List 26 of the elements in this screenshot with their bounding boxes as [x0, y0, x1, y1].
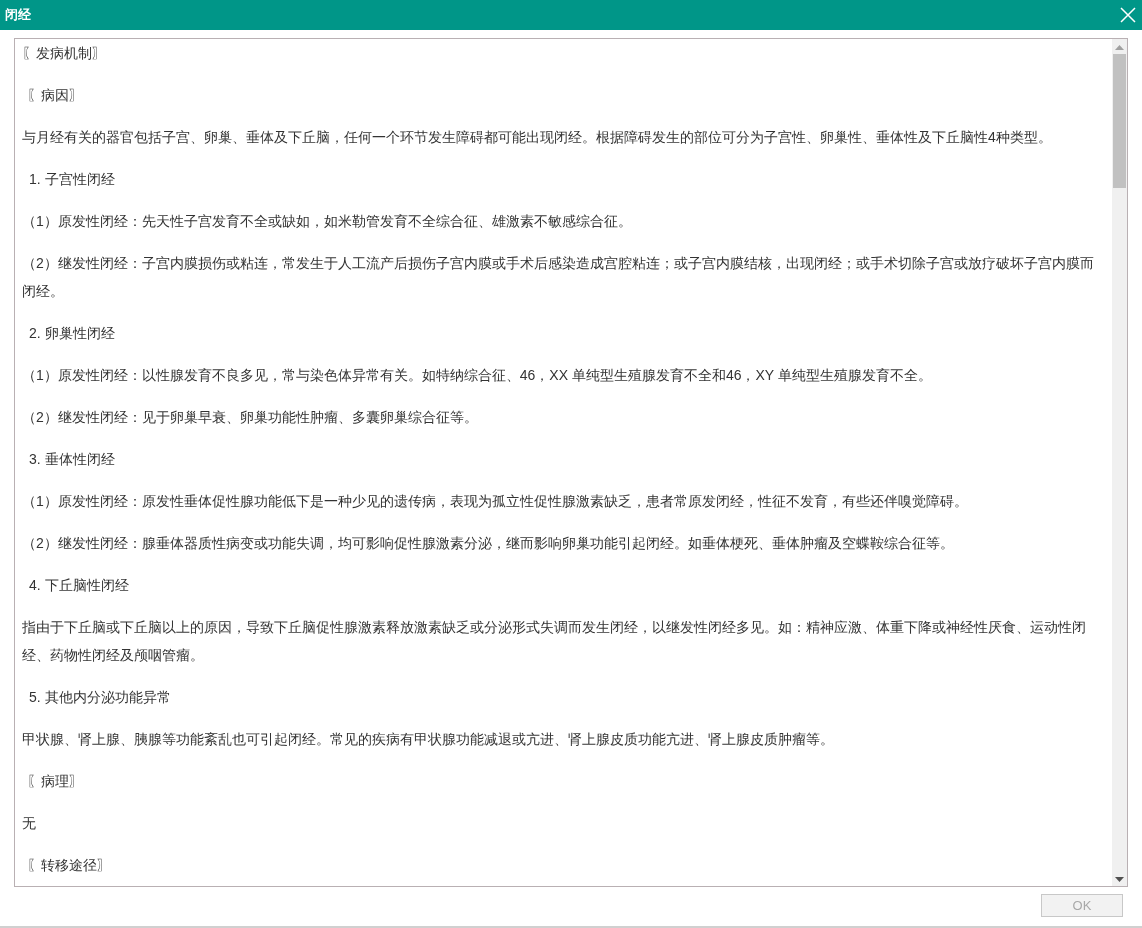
close-icon	[1120, 7, 1136, 23]
numbered-heading: 2. 卵巢性闭经	[28, 324, 116, 343]
paragraph: （2）继发性闭经：腺垂体器质性病变或功能失调，均可影响促性腺激素分泌，继而影响卵巢功能引起闭经。如垂体梗死、垂体肿瘤及空蝶鞍综合征等。	[22, 534, 955, 553]
numbered-heading: 4. 下丘脑性闭经	[28, 576, 130, 595]
paragraph: 甲状腺、肾上腺、胰腺等功能紊乱也可引起闭经。常见的疾病有甲状腺功能减退或亢进、肾上腺皮质功能亢进、肾上腺皮质肿瘤等。	[22, 730, 835, 749]
paragraph: 与月经有关的器官包括子宫、卵巢、垂体及下丘脑，任何一个环节发生障碍都可能出现闭经。根据障碍发生的部位可分为子宫性、卵巢性、垂体性及下丘脑性4种类型。	[22, 128, 1053, 147]
paragraph: （1）原发性闭经：以性腺发育不良多见，常与染色体异常有关。如特纳综合征、46，XX 单纯型生殖腺发育不全和46，XY 单纯型生殖腺发育不全。	[22, 366, 933, 385]
numbered-heading: 3. 垂体性闭经	[28, 450, 116, 469]
section-heading: 〖发病机制〗	[22, 44, 107, 63]
paragraph: （1）原发性闭经：原发性垂体促性腺功能低下是一种少见的遗传病，表现为孤立性促性腺激素缺乏，患者常原发闭经，性征不发育，有些还伴嗅觉障碍。	[22, 492, 969, 511]
scrollbar-thumb[interactable]	[1113, 54, 1126, 188]
paragraph: 指由于下丘脑或下丘脑以上的原因，导致下丘脑促性腺激素释放激素缺乏或分泌形式失调而发生闭经，以继发性闭经多见。如：精神应激、体重下降或神经性厌食、运动性闭经、药物性闭经及颅咽管瘤。	[22, 618, 1087, 665]
section-subheading: 〖病理〗	[26, 772, 84, 791]
scroll-down-icon[interactable]	[1115, 877, 1124, 882]
section-subheading: 〖病因〗	[26, 86, 84, 105]
paragraph: （2）继发性闭经：子宫内膜损伤或粘连，常发生于人工流产后损伤子宫内膜或手术后感染造成宫腔粘连；或子宫内膜结核，出现闭经；或手术切除子宫或放疗破坏子宫内膜而闭经。	[22, 254, 1095, 301]
paragraph: （2）继发性闭经：见于卵巢早衰、卵巢功能性肿瘤、多囊卵巢综合征等。	[22, 408, 479, 427]
paragraph: （1）原发性闭经：先天性子宫发育不全或缺如，如米勒管发育不全综合征、雄激素不敏感综合征。	[22, 212, 633, 231]
numbered-heading: 5. 其他内分泌功能异常	[28, 688, 172, 707]
close-button[interactable]	[1118, 5, 1138, 25]
section-subheading: 〖转移途径〗	[26, 856, 112, 875]
paragraph: 无	[22, 814, 37, 833]
numbered-heading: 1. 子宫性闭经	[28, 170, 116, 189]
scrollbar[interactable]	[1112, 39, 1127, 886]
scroll-up-icon[interactable]	[1115, 45, 1124, 50]
window-title: 闭经	[5, 6, 31, 25]
